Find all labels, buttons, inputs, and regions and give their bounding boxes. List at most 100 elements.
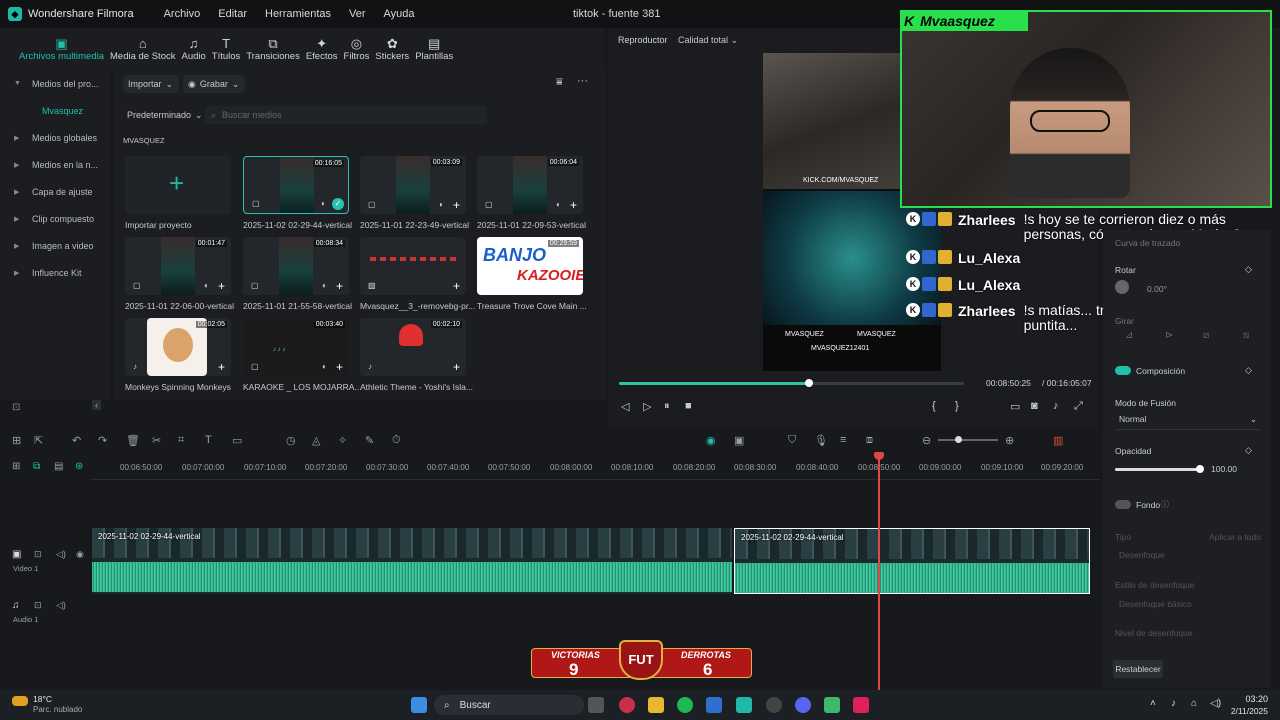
- mute-icon[interactable]: ◁): [56, 600, 66, 611]
- network-icon[interactable]: ⌂: [1191, 698, 1197, 709]
- zoom-slider-handle[interactable]: [955, 436, 962, 443]
- menu-editar[interactable]: Editar: [218, 8, 247, 20]
- mute-icon[interactable]: ◁): [56, 549, 66, 560]
- rotate-dial[interactable]: [1115, 280, 1129, 294]
- opacity-slider[interactable]: [1115, 468, 1201, 471]
- media-item-thumb[interactable]: 00:08:34 ▢ ◐ +: [243, 237, 349, 295]
- crop-icon[interactable]: ⌗: [178, 434, 184, 447]
- add-to-timeline-icon[interactable]: +: [218, 280, 225, 292]
- magnet-icon[interactable]: ⊛: [75, 461, 83, 472]
- speaker-icon[interactable]: ◁): [1210, 698, 1221, 709]
- tab-media-de-stock[interactable]: ⌂ Media de Stock: [107, 28, 178, 70]
- rotate-value[interactable]: 0.00°: [1147, 284, 1167, 294]
- tab-archivos-multimedia[interactable]: ▣ Archivos multimedia: [16, 28, 107, 70]
- more-options-icon[interactable]: ···: [577, 75, 588, 87]
- mark-in-icon[interactable]: {: [932, 400, 936, 412]
- game-app-icon[interactable]: [824, 697, 840, 713]
- lock-icon[interactable]: ⊡: [34, 549, 42, 560]
- text-tool-icon[interactable]: T: [205, 434, 212, 446]
- volume-icon[interactable]: ♪: [1053, 400, 1059, 412]
- sidebar-item-mvasquez[interactable]: Mvasquez: [0, 97, 110, 124]
- microphone-icon[interactable]: 🎙: [814, 434, 828, 447]
- ai-clip-icon[interactable]: ▣: [734, 434, 744, 447]
- add-to-timeline-icon[interactable]: +: [453, 280, 460, 292]
- media-item-thumb[interactable]: ♪ ♪ ♪ 00:03:40 ▢ ◐ +: [243, 318, 349, 376]
- menu-archivo[interactable]: Archivo: [164, 8, 201, 20]
- sidebar-item-influence-kit[interactable]: ▶ Influence Kit: [0, 259, 110, 286]
- opera-icon[interactable]: [619, 697, 635, 713]
- blur-type-select[interactable]: Desenfoque: [1119, 550, 1165, 560]
- background-toggle[interactable]: [1115, 500, 1131, 509]
- snapshot-icon[interactable]: ◙: [1031, 400, 1038, 412]
- flip-horizontal-icon[interactable]: ⊿: [1125, 330, 1133, 341]
- collapse-sidebar-icon[interactable]: ‹: [92, 400, 101, 410]
- edit-icon[interactable]: ✎: [365, 434, 374, 447]
- blend-mode-select[interactable]: Normal ⌄: [1115, 414, 1261, 430]
- tab-filtros[interactable]: ◎ Filtros: [341, 28, 373, 70]
- tab-transiciones[interactable]: ⧉ Transiciones: [243, 28, 303, 70]
- menu-ver[interactable]: Ver: [349, 8, 366, 20]
- reset-button[interactable]: Restablecer: [1113, 660, 1163, 678]
- zoom-in-icon[interactable]: ⊕: [1005, 434, 1014, 447]
- sidebar-item-image-to-video[interactable]: ▶ Imagen a video: [0, 232, 110, 259]
- discord-icon[interactable]: [795, 697, 811, 713]
- quality-dropdown[interactable]: Calidad total ⌄: [678, 35, 738, 46]
- sidebar-item-project-media[interactable]: ▼ Medios del pro...: [0, 70, 110, 97]
- player-tab[interactable]: Reproductor: [618, 35, 668, 45]
- speed-icon[interactable]: ◷: [286, 434, 296, 447]
- display-icon[interactable]: ▭: [1010, 400, 1020, 413]
- keyframe-icon[interactable]: ◇: [1245, 445, 1252, 456]
- pause-icon[interactable]: ⏸: [664, 400, 670, 413]
- spotify-icon[interactable]: [677, 697, 693, 713]
- audio-mixer-icon[interactable]: ≡: [840, 434, 846, 446]
- timeline-clip[interactable]: 2025-11-02 02-29-44-vertical: [92, 528, 732, 594]
- tab-plantillas[interactable]: ▤ Plantillas: [412, 28, 456, 70]
- media-item-thumb[interactable]: 00:16:05 ▢ ◐ ✓: [243, 156, 349, 214]
- mask-icon[interactable]: ▭: [232, 434, 242, 447]
- windows-start-icon[interactable]: [411, 697, 427, 713]
- add-to-timeline-icon[interactable]: +: [218, 361, 225, 373]
- ai-tools-icon[interactable]: ✧: [338, 434, 347, 447]
- sort-dropdown[interactable]: Predeterminado ⌄: [127, 106, 203, 124]
- redo-icon[interactable]: ↷: [98, 434, 107, 447]
- add-to-timeline-icon[interactable]: +: [336, 280, 343, 292]
- media-item-thumb[interactable]: 00:02:05 ♪ +: [125, 318, 231, 376]
- lock-icon[interactable]: ⊡: [34, 600, 42, 611]
- media-item-thumb[interactable]: 00:01:47 ▢ ◐ +: [125, 237, 231, 295]
- blur-style-select[interactable]: Desenfoque básico: [1119, 599, 1192, 609]
- import-button[interactable]: Importar ⌄: [123, 75, 179, 93]
- obs-icon[interactable]: [766, 697, 782, 713]
- file-explorer-icon[interactable]: [648, 697, 664, 713]
- media-item-thumb[interactable]: 00:02:10 ♪ +: [360, 318, 466, 376]
- media-item-thumb[interactable]: ▨ +: [360, 237, 466, 295]
- keyframe-icon[interactable]: ◇: [1245, 365, 1252, 376]
- media-search-input[interactable]: ⌕ Buscar medios: [205, 106, 487, 124]
- rotate-right-icon[interactable]: ⧅: [1243, 330, 1249, 341]
- sidebar-item-cloud-media[interactable]: ▶ Medios en la n...: [0, 151, 110, 178]
- playback-progress[interactable]: [619, 382, 964, 385]
- zoom-slider[interactable]: [938, 439, 998, 441]
- tab-titulos[interactable]: T Títulos: [209, 28, 244, 70]
- previous-frame-icon[interactable]: ◁: [621, 400, 629, 413]
- tab-efectos[interactable]: ✦ Efectos: [303, 28, 341, 70]
- tiktok-icon[interactable]: [853, 697, 869, 713]
- sidebar-item-global-media[interactable]: ▶ Medios globales: [0, 124, 110, 151]
- microphone-tray-icon[interactable]: ♪: [1171, 698, 1176, 709]
- add-to-timeline-icon[interactable]: +: [453, 361, 460, 373]
- import-project-tile[interactable]: +: [125, 156, 231, 214]
- tab-stickers[interactable]: ✿ Stickers: [372, 28, 412, 70]
- select-tool-icon[interactable]: ⇱: [34, 434, 43, 447]
- filmora-taskbar-icon[interactable]: [736, 697, 752, 713]
- playhead[interactable]: [878, 452, 880, 692]
- opacity-value[interactable]: 100.00: [1211, 464, 1237, 474]
- record-button[interactable]: ◉ Grabar ⌄: [183, 75, 245, 93]
- rotate-left-icon[interactable]: ⧄: [1203, 330, 1209, 341]
- media-item-thumb[interactable]: 00:03:09 ▢ ◐ +: [360, 156, 466, 214]
- sidebar-item-compound-clip[interactable]: ▶ Clip compuesto: [0, 205, 110, 232]
- add-to-timeline-icon[interactable]: +: [453, 199, 460, 211]
- task-view-icon[interactable]: [588, 697, 604, 713]
- store-icon[interactable]: [706, 697, 722, 713]
- render-icon[interactable]: ◉: [706, 434, 716, 447]
- add-to-timeline-icon[interactable]: +: [570, 199, 577, 211]
- menu-ayuda[interactable]: Ayuda: [384, 8, 415, 20]
